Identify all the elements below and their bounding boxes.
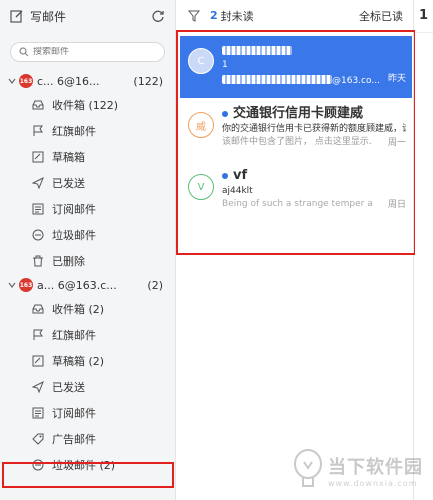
- folder-label: 订阅邮件: [52, 203, 96, 216]
- account-address: a... 6@163.c...: [37, 278, 117, 292]
- draft-icon: [32, 355, 44, 367]
- subscription-icon: [32, 203, 44, 215]
- compose-bar: 写邮件: [0, 0, 175, 32]
- compose-icon[interactable]: [10, 9, 24, 23]
- netease-163-logo: 163: [19, 74, 33, 88]
- inbox-icon: [32, 100, 44, 110]
- account-address: c... 6@16...: [37, 74, 100, 88]
- unread-count: 2: [210, 9, 218, 22]
- folder-label: 已删除: [52, 255, 85, 268]
- search-icon: [19, 47, 29, 57]
- flag-icon: [33, 125, 43, 136]
- folder-flagged[interactable]: 红旗邮件: [0, 322, 175, 348]
- folder-spam[interactable]: 垃圾邮件: [0, 222, 175, 248]
- highlight-box-spam: [2, 462, 174, 488]
- divider: [415, 32, 433, 33]
- ad-tag-icon: [32, 433, 44, 445]
- watermark-text: 当下软件园 www.downxia.com: [328, 453, 423, 488]
- send-icon: [32, 177, 44, 189]
- bulb-logo-icon: [294, 449, 322, 487]
- folder-label: 红旗邮件: [52, 125, 96, 138]
- refresh-icon[interactable]: [151, 9, 165, 23]
- account-1[interactable]: 163 c... 6@16... (122): [0, 70, 175, 92]
- folder-label: 广告邮件: [52, 433, 96, 446]
- folder-trash[interactable]: 已删除: [0, 248, 175, 274]
- unread-label: 封未读: [220, 9, 254, 23]
- watermark: 当下软件园 www.downxia.com: [292, 445, 432, 495]
- folder-label: 垃圾邮件: [52, 229, 96, 242]
- compose-button[interactable]: 写邮件: [30, 8, 66, 25]
- folder-flagged[interactable]: 红旗邮件: [0, 118, 175, 144]
- chevron-down-icon[interactable]: [8, 77, 16, 85]
- folder-label: 订阅邮件: [52, 407, 96, 420]
- folder-drafts[interactable]: 草稿箱: [0, 144, 175, 170]
- subscription-icon: [32, 407, 44, 419]
- folder-label: 草稿箱: [52, 151, 85, 164]
- folder-label: 红旗邮件: [52, 329, 96, 342]
- send-icon: [32, 381, 44, 393]
- folder-label: 已发送: [52, 177, 85, 190]
- trash-icon: [33, 255, 43, 267]
- account-unread-count: (2): [147, 278, 163, 292]
- folder-sent[interactable]: 已发送: [0, 374, 175, 400]
- folder-drafts[interactable]: 草稿箱 (2): [0, 348, 175, 374]
- sidebar: 写邮件 163 c... 6@16... (122) 收件箱 (122) 红旗邮…: [0, 0, 176, 500]
- filter-icon[interactable]: [188, 10, 200, 22]
- folder-subscriptions[interactable]: 订阅邮件: [0, 196, 175, 222]
- draft-icon: [32, 151, 44, 163]
- folder-label: 已发送: [52, 381, 85, 394]
- mark-all-read-button[interactable]: 全标已读: [359, 8, 403, 24]
- chevron-down-icon[interactable]: [8, 281, 16, 289]
- reading-pane-title: 1: [419, 8, 429, 23]
- folder-sent[interactable]: 已发送: [0, 170, 175, 196]
- folder-inbox[interactable]: 收件箱 (122): [0, 92, 175, 118]
- folder-label: 收件箱 (2): [52, 303, 105, 316]
- spam-icon: [32, 229, 44, 241]
- folder-label: 草稿箱 (2): [52, 355, 105, 368]
- list-header: 2 封未读 全标已读: [176, 0, 413, 32]
- reading-pane: 1: [415, 0, 433, 500]
- watermark-url: www.downxia.com: [328, 478, 418, 488]
- search-input[interactable]: [33, 47, 153, 57]
- account-unread-count: (122): [133, 74, 163, 88]
- watermark-title: 当下软件园: [328, 456, 423, 478]
- folder-inbox[interactable]: 收件箱 (2): [0, 296, 175, 322]
- inbox-icon: [32, 304, 44, 314]
- highlight-box-mail-list: [176, 30, 416, 255]
- flag-icon: [33, 329, 43, 340]
- account-2[interactable]: 163 a... 6@163.c... (2): [0, 274, 175, 296]
- folder-ads[interactable]: 广告邮件: [0, 426, 175, 452]
- netease-163-logo: 163: [19, 278, 33, 292]
- folder-subscriptions[interactable]: 订阅邮件: [0, 400, 175, 426]
- folder-label: 收件箱 (122): [52, 99, 119, 112]
- search-box[interactable]: [10, 42, 165, 62]
